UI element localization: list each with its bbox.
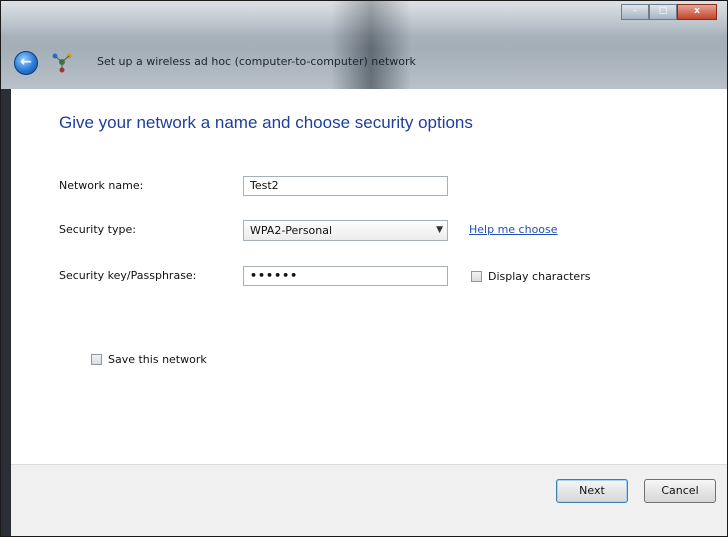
maximize-button[interactable]: □: [649, 4, 677, 20]
security-type-select[interactable]: WPA2-Personal ▼: [243, 220, 448, 241]
chevron-down-icon: ▼: [436, 225, 443, 235]
wizard-footer: Next Cancel: [11, 464, 727, 536]
security-key-label: Security key/Passphrase:: [59, 269, 197, 282]
page-heading: Give your network a name and choose secu…: [59, 113, 473, 132]
next-button[interactable]: Next: [556, 479, 628, 503]
security-type-label: Security type:: [59, 223, 136, 236]
window-title: Set up a wireless ad hoc (computer-to-co…: [97, 55, 416, 68]
close-button[interactable]: x: [677, 4, 717, 20]
save-network-checkbox[interactable]: [91, 354, 102, 365]
save-network-row[interactable]: Save this network: [91, 353, 207, 366]
network-icon: [52, 53, 72, 73]
network-name-input[interactable]: Test2: [243, 176, 448, 196]
security-type-value: WPA2-Personal: [250, 224, 333, 237]
display-characters-label: Display characters: [488, 270, 591, 283]
caption-buttons: – □ x: [621, 4, 717, 20]
display-characters-row[interactable]: Display characters: [471, 270, 590, 283]
help-me-choose-link[interactable]: Help me choose: [469, 223, 558, 236]
display-characters-checkbox[interactable]: [471, 271, 482, 282]
cancel-button[interactable]: Cancel: [644, 479, 716, 503]
wizard-content: Give your network a name and choose secu…: [11, 89, 727, 464]
back-arrow-icon[interactable]: ←: [14, 51, 38, 75]
left-edge: [1, 89, 11, 536]
minimize-button[interactable]: –: [621, 4, 649, 20]
security-key-input[interactable]: ••••••: [243, 266, 448, 286]
wizard-window: – □ x ← Set up a wireless ad hoc (comput…: [0, 0, 728, 537]
network-name-label: Network name:: [59, 179, 144, 192]
title-bar: [1, 1, 727, 89]
save-network-label: Save this network: [108, 353, 207, 366]
